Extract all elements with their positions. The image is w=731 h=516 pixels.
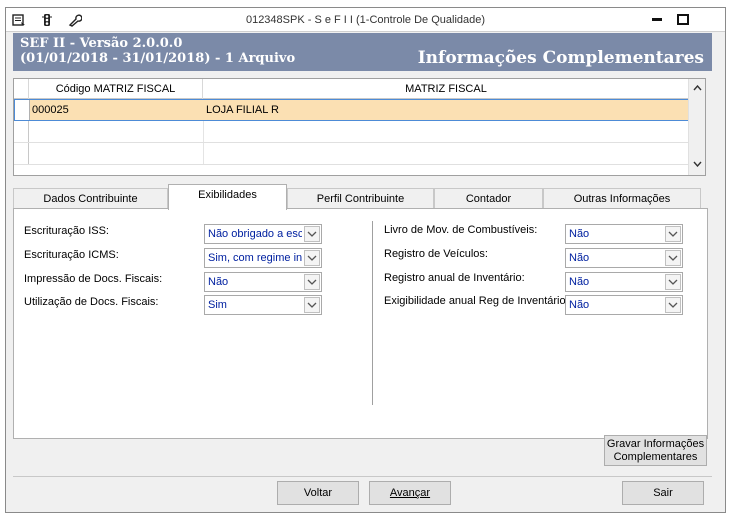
chevron-down-icon[interactable] bbox=[665, 226, 681, 242]
tab-exibilidades[interactable]: Exibilidades bbox=[168, 184, 287, 210]
label-escrituracao-iss: Escrituração ISS: bbox=[24, 225, 109, 237]
label-exigibilidade-inventario: Exigibilidade anual Reg de Inventário: bbox=[384, 295, 569, 307]
scroll-down-icon[interactable] bbox=[689, 157, 705, 173]
row-header[interactable] bbox=[15, 100, 30, 120]
row-header[interactable] bbox=[14, 121, 29, 142]
select-registro-inventario[interactable]: Não bbox=[565, 272, 683, 292]
select-registro-veiculos[interactable]: Não bbox=[565, 248, 683, 268]
cell-matriz: LOJA FILIAL R bbox=[206, 104, 279, 116]
tab-outras-informacoes[interactable]: Outras Informações bbox=[543, 188, 701, 209]
period-info: (01/01/2018 - 31/01/2018) - 1 Arquivo bbox=[20, 51, 296, 66]
label-registro-inventario: Registro anual de Inventário: bbox=[384, 272, 525, 284]
grid-divider bbox=[203, 143, 204, 164]
table-row[interactable] bbox=[14, 121, 689, 143]
tab-dados-contribuinte[interactable]: Dados Contribuinte bbox=[13, 188, 168, 209]
grid-column-matriz[interactable]: MATRIZ FISCAL bbox=[203, 79, 689, 99]
app-version: SEF II - Versão 2.0.0.0 bbox=[20, 36, 183, 51]
select-value: Não bbox=[569, 252, 590, 264]
gravar-label-line2: Complementares bbox=[613, 451, 698, 463]
exibilidades-panel: Escrituração ISS: Não obrigado a escr Es… bbox=[13, 208, 708, 439]
main-window: 012348SPK - S e F I I (1-Controle De Qua… bbox=[5, 7, 726, 513]
maximize-icon[interactable] bbox=[677, 14, 689, 25]
voltar-label: Voltar bbox=[303, 487, 333, 499]
select-value: Não bbox=[569, 228, 590, 240]
select-impressao-docs[interactable]: Não bbox=[204, 272, 322, 292]
title-bar: 012348SPK - S e F I I (1-Controle De Qua… bbox=[6, 8, 725, 32]
chevron-down-icon[interactable] bbox=[304, 250, 320, 266]
chevron-down-icon[interactable] bbox=[665, 297, 681, 313]
voltar-button[interactable]: Voltar bbox=[277, 481, 359, 505]
select-utilizacao-docs[interactable]: Sim bbox=[204, 295, 322, 315]
chevron-down-icon[interactable] bbox=[304, 226, 320, 242]
footer-divider bbox=[13, 476, 712, 477]
grid-header: Código MATRIZ FISCAL MATRIZ FISCAL bbox=[14, 79, 689, 99]
grid-scrollbar[interactable] bbox=[688, 79, 705, 175]
header-banner: SEF II - Versão 2.0.0.0 (01/01/2018 - 31… bbox=[13, 33, 712, 71]
section-title: Informações Complementares bbox=[417, 48, 704, 68]
select-value: Sim, com regime inte bbox=[208, 252, 302, 264]
select-escrituracao-icms[interactable]: Sim, com regime inte bbox=[204, 248, 322, 268]
gravar-label-line1: Gravar Informações bbox=[606, 438, 705, 450]
avancar-label: Avançar bbox=[389, 487, 431, 499]
table-row[interactable]: 000025 LOJA FILIAL R bbox=[14, 99, 689, 121]
select-value: Não obrigado a escr bbox=[208, 228, 302, 240]
chevron-down-icon[interactable] bbox=[304, 274, 320, 290]
select-value: Sim bbox=[208, 299, 227, 311]
select-escrituracao-iss[interactable]: Não obrigado a escr bbox=[204, 224, 322, 244]
chevron-down-icon[interactable] bbox=[665, 274, 681, 290]
select-value: Não bbox=[208, 276, 229, 288]
matriz-grid[interactable]: Código MATRIZ FISCAL MATRIZ FISCAL 00002… bbox=[13, 78, 706, 176]
sair-button[interactable]: Sair bbox=[622, 481, 704, 505]
avancar-button[interactable]: Avançar bbox=[369, 481, 451, 505]
label-escrituracao-icms: Escrituração ICMS: bbox=[24, 249, 119, 261]
tab-contador[interactable]: Contador bbox=[434, 188, 543, 209]
label-livro-combustiveis: Livro de Mov. de Combustíveis: bbox=[384, 224, 538, 236]
table-row[interactable] bbox=[14, 143, 689, 165]
select-value: Não bbox=[569, 299, 590, 311]
gravar-informacoes-button[interactable]: Gravar Informações Complementares bbox=[604, 435, 707, 466]
tab-bar: Dados Contribuinte Exibilidades Perfil C… bbox=[13, 184, 708, 210]
label-registro-veiculos: Registro de Veículos: bbox=[384, 248, 488, 260]
minimize-icon[interactable] bbox=[651, 14, 663, 25]
label-impressao-docs: Impressão de Docs. Fiscais: bbox=[24, 273, 163, 285]
scroll-up-icon[interactable] bbox=[689, 81, 705, 97]
chevron-down-icon[interactable] bbox=[304, 297, 320, 313]
column-divider bbox=[372, 221, 373, 405]
tab-perfil-contribuinte[interactable]: Perfil Contribuinte bbox=[287, 188, 434, 209]
chevron-down-icon[interactable] bbox=[665, 250, 681, 266]
select-exigibilidade-inventario[interactable]: Não bbox=[565, 295, 683, 315]
grid-header-corner bbox=[14, 79, 29, 99]
select-livro-combustiveis[interactable]: Não bbox=[565, 224, 683, 244]
sair-label: Sair bbox=[653, 487, 673, 499]
grid-column-codigo[interactable]: Código MATRIZ FISCAL bbox=[29, 79, 203, 99]
row-header[interactable] bbox=[14, 143, 29, 164]
window-title: 012348SPK - S e F I I (1-Controle De Qua… bbox=[245, 14, 486, 26]
cell-codigo: 000025 bbox=[32, 104, 69, 116]
select-value: Não bbox=[569, 276, 590, 288]
label-utilizacao-docs: Utilização de Docs. Fiscais: bbox=[24, 296, 159, 308]
grid-divider bbox=[203, 121, 204, 142]
